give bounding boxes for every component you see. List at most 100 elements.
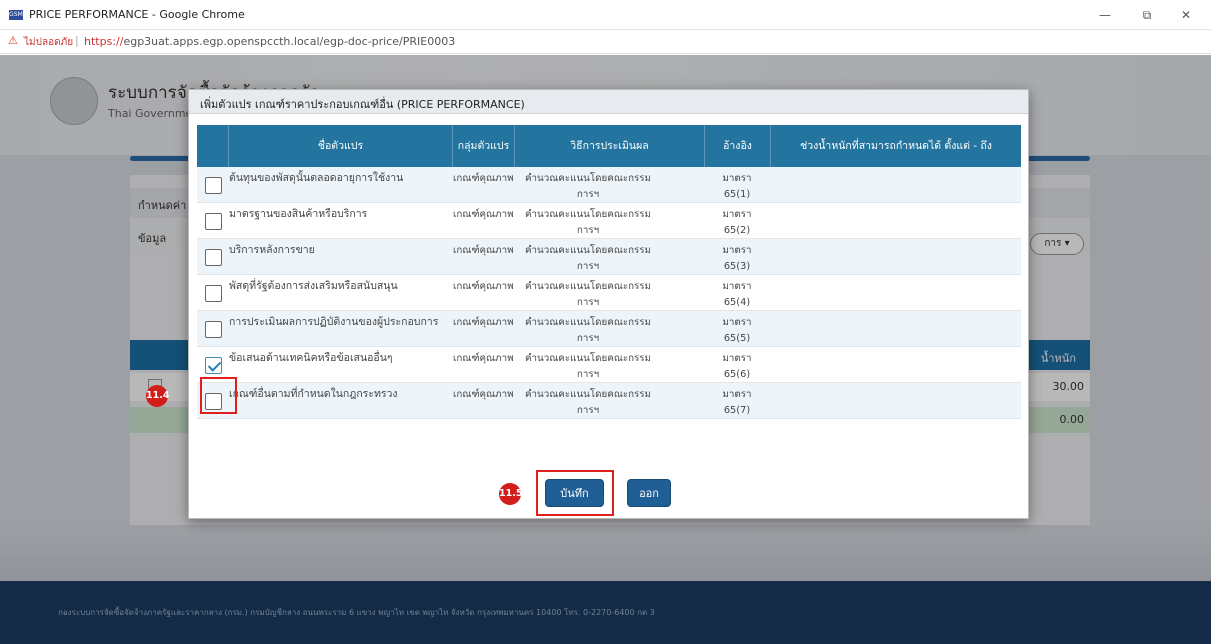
modal-title: เพิ่มตัวแปร เกณฑ์ราคาประกอบเกณฑ์อื่น (PR… <box>200 98 525 111</box>
method-line-1: คำนวณคะแนนโดยคณะกรรม <box>524 317 652 328</box>
highlight-save-button <box>536 470 614 516</box>
variable-group: เกณฑ์คุณภาพ <box>453 389 514 400</box>
ref-line-1: มาตรา <box>722 281 752 292</box>
weight-range <box>771 203 1021 237</box>
method-line-1: คำนวณคะแนนโดยคณะกรรม <box>524 209 652 220</box>
evaluation-method: คำนวณคะแนนโดยคณะกรรมการฯ <box>517 171 659 205</box>
ref-line-2: 65(7) <box>723 405 751 416</box>
ref-line-2: 65(1) <box>723 189 751 200</box>
row-select-checkbox[interactable] <box>205 321 222 338</box>
variable-name: พัสดุที่รัฐต้องการส่งเสริมหรือสนับสนุน <box>229 280 398 292</box>
reference: มาตรา 65(3) <box>705 243 769 277</box>
header-method: วิธีการประเมินผล <box>515 125 705 167</box>
table-header: ชื่อตัวแปร กลุ่มตัวแปร วิธีการประเมินผล … <box>197 125 1021 167</box>
evaluation-method: คำนวณคะแนนโดยคณะกรรมการฯ <box>517 207 659 241</box>
method-line-2: การฯ <box>576 189 600 200</box>
url-scheme: https:// <box>84 35 124 48</box>
header-name: ชื่อตัวแปร <box>229 125 453 167</box>
header-group: กลุ่มตัวแปร <box>453 125 515 167</box>
row-select-checkbox[interactable] <box>205 285 222 302</box>
step-badge-11-4: 11.4 <box>146 385 169 407</box>
method-line-1: คำนวณคะแนนโดยคณะกรรม <box>524 281 652 292</box>
table-row: พัสดุที่รัฐต้องการส่งเสริมหรือสนับสนุน เก… <box>197 275 1021 311</box>
variable-name: บริการหลังการขาย <box>229 244 315 256</box>
weight-range <box>771 383 1021 417</box>
variable-name: ต้นทุนของพัสดุนั้นตลอดอายุการใช้งาน <box>229 172 404 184</box>
highlight-checkbox <box>200 377 237 414</box>
close-window-button[interactable]: ✕ <box>1172 6 1200 24</box>
variable-name: การประเมินผลการปฏิบัติงานของผู้ประกอบการ <box>229 316 439 328</box>
variable-group: เกณฑ์คุณภาพ <box>453 353 514 364</box>
variable-name: มาตรฐานของสินค้าหรือบริการ <box>229 208 368 220</box>
evaluation-method: คำนวณคะแนนโดยคณะกรรมการฯ <box>517 243 659 277</box>
modal-title-bar: เพิ่มตัวแปร เกณฑ์ราคาประกอบเกณฑ์อื่น (PR… <box>189 90 1028 114</box>
app-icon: GSM <box>9 10 23 20</box>
warning-icon: ⚠ <box>8 34 18 47</box>
evaluation-method: คำนวณคะแนนโดยคณะกรรมการฯ <box>517 351 659 385</box>
insecure-label[interactable]: ไม่ปลอดภัย <box>24 35 73 50</box>
evaluation-method: คำนวณคะแนนโดยคณะกรรมการฯ <box>517 279 659 313</box>
header-range: ช่วงน้ำหนักที่สามารถกำหนดได้ ตั้งแต่ - ถ… <box>800 140 992 152</box>
method-line-1: คำนวณคะแนนโดยคณะกรรม <box>524 353 652 364</box>
table-row: บริการหลังการขาย เกณฑ์คุณภาพ คำนวณคะแนนโดย… <box>197 239 1021 275</box>
method-line-2: การฯ <box>576 261 600 272</box>
ref-line-1: มาตรา <box>722 389 752 400</box>
ref-line-2: 65(5) <box>723 333 751 344</box>
table-row: ต้นทุนของพัสดุนั้นตลอดอายุการใช้งาน เกณฑ์… <box>197 167 1021 203</box>
weight-range <box>771 239 1021 273</box>
ref-line-1: มาตรา <box>722 317 752 328</box>
exit-button[interactable]: ออก <box>627 479 671 507</box>
method-line-2: การฯ <box>576 369 600 380</box>
reference: มาตรา 65(2) <box>705 207 769 241</box>
ref-line-1: มาตรา <box>722 353 752 364</box>
url-path: egp3uat.apps.egp.openspccth.local/egp-do… <box>123 35 456 48</box>
evaluation-method: คำนวณคะแนนโดยคณะกรรมการฯ <box>517 315 659 349</box>
method-line-1: คำนวณคะแนนโดยคณะกรรม <box>524 173 652 184</box>
window-title: PRICE PERFORMANCE - Google Chrome <box>29 8 245 21</box>
reference: มาตรา 65(7) <box>705 387 769 421</box>
reference: มาตรา 65(1) <box>705 171 769 205</box>
ref-line-2: 65(4) <box>723 297 751 308</box>
ref-line-2: 65(2) <box>723 225 751 236</box>
maximize-button[interactable]: ⧉ <box>1133 6 1161 24</box>
evaluation-method: คำนวณคะแนนโดยคณะกรรม การฯ <box>517 387 659 421</box>
weight-range <box>771 167 1021 201</box>
url-text[interactable]: https://egp3uat.apps.egp.openspccth.loca… <box>84 35 455 48</box>
table-row: การประเมินผลการปฏิบัติงานของผู้ประกอบการ… <box>197 311 1021 347</box>
table-row: เกณฑ์อื่นตามที่กำหนดในกฎกระทรวง เกณฑ์คุณภ… <box>197 383 1021 419</box>
add-variable-modal: เพิ่มตัวแปร เกณฑ์ราคาประกอบเกณฑ์อื่น (PR… <box>188 89 1029 519</box>
reference: มาตรา 65(5) <box>705 315 769 349</box>
header-select-col <box>197 125 229 167</box>
variable-group: เกณฑ์คุณภาพ <box>453 317 514 328</box>
window-titlebar: GSM PRICE PERFORMANCE - Google Chrome — … <box>0 0 1211 30</box>
url-separator: | <box>75 34 79 47</box>
row-select-checkbox[interactable] <box>205 357 222 374</box>
row-select-checkbox[interactable] <box>205 177 222 194</box>
method-line-2: การฯ <box>576 405 600 416</box>
table-row: มาตรฐานของสินค้าหรือบริการ เกณฑ์คุณภาพ คำน… <box>197 203 1021 239</box>
variable-name: ข้อเสนอด้านเทคนิคหรือข้อเสนออื่นๆ <box>229 352 393 364</box>
row-select-checkbox[interactable] <box>205 249 222 266</box>
ref-line-2: 65(6) <box>723 369 751 380</box>
row-select-checkbox[interactable] <box>205 213 222 230</box>
minimize-button[interactable]: — <box>1091 6 1119 24</box>
weight-range <box>771 347 1021 381</box>
weight-range <box>771 275 1021 309</box>
variable-name: เกณฑ์อื่นตามที่กำหนดในกฎกระทรวง <box>229 388 398 400</box>
method-line-2: การฯ <box>576 225 600 236</box>
step-badge-11-5: 11.5 <box>499 483 522 505</box>
ref-line-1: มาตรา <box>722 173 752 184</box>
variable-group: เกณฑ์คุณภาพ <box>453 209 514 220</box>
reference: มาตรา 65(6) <box>705 351 769 385</box>
ref-line-1: มาตรา <box>722 245 752 256</box>
variable-group: เกณฑ์คุณภาพ <box>453 173 514 184</box>
ref-line-1: มาตรา <box>722 209 752 220</box>
variable-group: เกณฑ์คุณภาพ <box>453 281 514 292</box>
method-line-2: การฯ <box>576 333 600 344</box>
address-bar[interactable]: ⚠ ไม่ปลอดภัย | https://egp3uat.apps.egp.… <box>0 30 1211 54</box>
table-row: ข้อเสนอด้านเทคนิคหรือข้อเสนออื่นๆ เกณฑ์คุ… <box>197 347 1021 383</box>
reference: มาตรา 65(4) <box>705 279 769 313</box>
method-line-1: คำนวณคะแนนโดยคณะกรรม <box>524 245 652 256</box>
header-ref: อ้างอิง <box>705 125 771 167</box>
method-line-2: การฯ <box>576 297 600 308</box>
